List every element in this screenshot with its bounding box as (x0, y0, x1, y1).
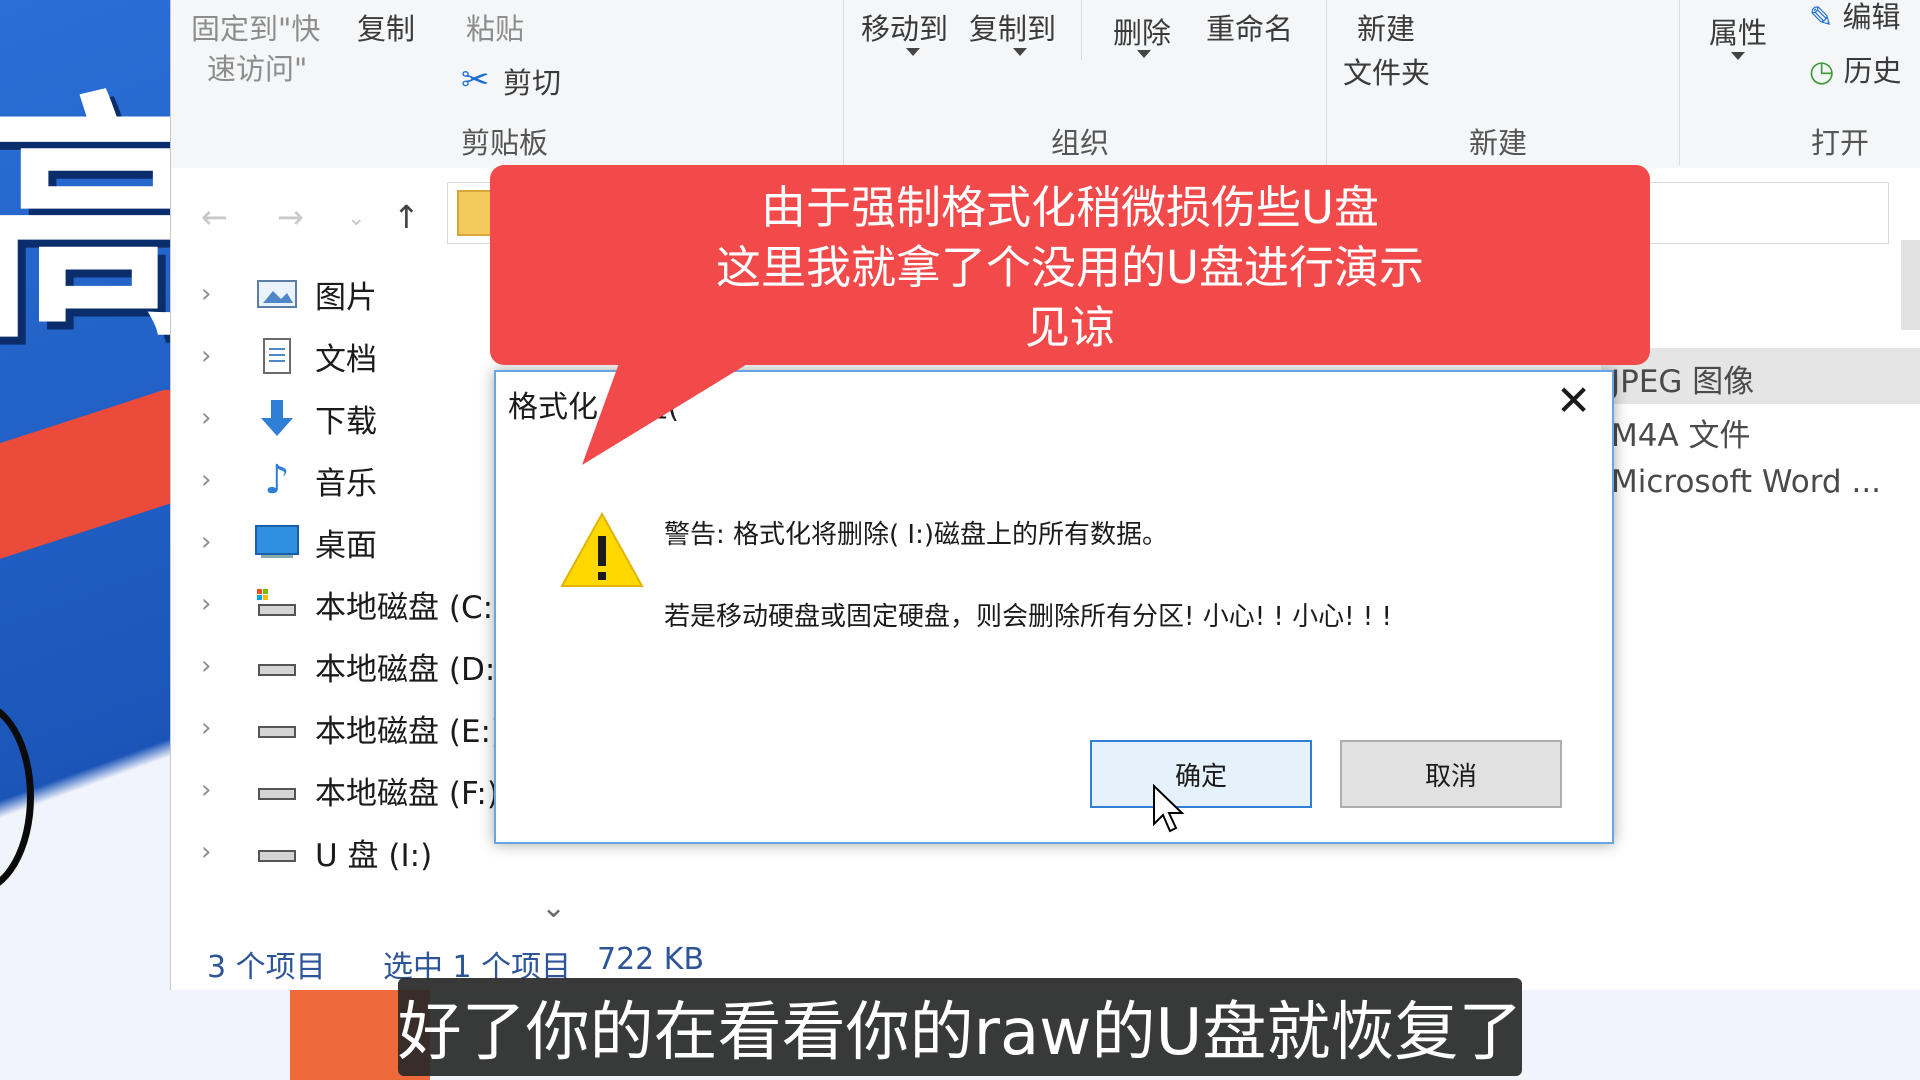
nav-scroll-down-icon[interactable]: ⌄ (541, 890, 566, 925)
nav-item-documents[interactable]: › 文档 (201, 328, 377, 384)
drive-icon (253, 646, 301, 686)
nav-item-label: U 盘 (I:) (315, 837, 433, 874)
file-type-cell: Microsoft Word ... (1611, 464, 1882, 500)
edit-label: 编辑 (1842, 0, 1901, 34)
nav-item-drive-e[interactable]: › 本地磁盘 (E:) (201, 700, 503, 756)
drive-icon (253, 708, 301, 748)
nav-item-label: 本地磁盘 (C:) (315, 589, 506, 626)
ribbon-divider (843, 0, 844, 165)
recent-chevron-icon[interactable]: ⌄ (347, 206, 365, 231)
group-clipboard-label: 剪贴板 (461, 126, 549, 160)
ribbon-divider (1326, 0, 1327, 165)
chevron-down-icon (1137, 50, 1151, 58)
ribbon-divider (1679, 0, 1680, 165)
chevron-down-icon (906, 48, 920, 56)
scrollbar[interactable] (1901, 240, 1920, 330)
nav-item-label: 下载 (315, 403, 377, 440)
group-new-label: 新建 (1469, 126, 1528, 160)
nav-item-label: 图片 (315, 279, 377, 316)
rename-button[interactable]: 重命名 (1206, 6, 1293, 48)
forward-arrow-icon[interactable]: → (277, 198, 304, 236)
group-open-label: 打开 (1811, 126, 1870, 160)
group-organize-label: 组织 (1051, 126, 1110, 160)
chevron-right-icon: › (201, 651, 212, 681)
warning-icon (560, 511, 644, 592)
nav-item-label: 本地磁盘 (E:) (315, 713, 504, 750)
edit-button[interactable]: ✎ 编辑 (1809, 0, 1901, 36)
warning-message-line1: 警告: 格式化将删除( I:)磁盘上的所有数据。 (664, 520, 1169, 550)
chevron-right-icon: › (201, 341, 212, 371)
status-item-count: 3 个项目 (207, 950, 326, 985)
chevron-right-icon: › (201, 279, 212, 309)
cut-button[interactable]: 剪切 (503, 60, 561, 102)
chevron-right-icon: › (201, 403, 212, 433)
nav-item-label: 音乐 (315, 465, 377, 502)
pin-label-line2: 速访问" (207, 52, 308, 86)
drive-c-icon (253, 584, 301, 624)
history-label: 历史 (1843, 54, 1902, 88)
delete-button[interactable]: 删除 (1113, 10, 1171, 52)
ribbon: 固定到"快 速访问" 复制 粘贴 ✂ 剪切 剪贴板 移动到 复制到 删除 重命名… (171, 0, 1920, 169)
chevron-right-icon: › (201, 465, 212, 495)
nav-item-desktop[interactable]: › 桌面 (201, 514, 377, 570)
callout-tail (582, 355, 762, 465)
chevron-right-icon: › (201, 527, 212, 557)
edit-icon: ✎ (1809, 0, 1834, 34)
nav-item-downloads[interactable]: › 下载 (201, 390, 377, 446)
nav-item-label: 本地磁盘 (F:) (315, 775, 499, 812)
nav-item-pictures[interactable]: › 图片 (201, 266, 377, 322)
chevron-down-icon (1013, 48, 1027, 56)
callout-line1: 由于强制格式化稍微损伤些U盘 (761, 181, 1379, 234)
documents-icon (253, 336, 301, 376)
new-folder-button[interactable]: 新建 (1357, 6, 1415, 48)
warning-message-line2: 若是移动硬盘或固定硬盘，则会删除所有分区! 小心! ! 小心! ! ! (664, 602, 1392, 632)
callout-text: 由于强制格式化稍微损伤些U盘 这里我就拿了个没用的U盘进行演示 见谅 (490, 178, 1650, 358)
callout-line2: 这里我就拿了个没用的U盘进行演示 (716, 241, 1424, 294)
up-arrow-icon[interactable]: ↑ (393, 198, 420, 236)
usb-drive-icon (253, 832, 301, 872)
mouse-cursor-icon (1152, 783, 1186, 838)
ribbon-divider (1081, 0, 1082, 60)
chevron-right-icon: › (201, 837, 212, 867)
pin-quick-access-button[interactable]: 固定到"快 (191, 6, 320, 48)
drive-icon (253, 770, 301, 810)
downloads-icon (253, 398, 301, 438)
video-subtitle: 好了你的在看看你的raw的U盘就恢复了 (398, 978, 1522, 1076)
new-folder-label-line2: 文件夹 (1343, 56, 1431, 90)
close-icon[interactable]: ✕ (1556, 376, 1591, 425)
ok-button[interactable]: 确定 (1090, 740, 1312, 808)
chevron-right-icon: › (201, 775, 212, 805)
desktop-icon (253, 522, 301, 562)
scissors-icon: ✂ (461, 60, 490, 100)
chevron-right-icon: › (201, 589, 212, 619)
nav-item-music[interactable]: › ♪ 音乐 (201, 452, 377, 508)
history-button[interactable]: ◷ 历史 (1809, 48, 1902, 90)
nav-item-drive-f[interactable]: › 本地磁盘 (F:) (201, 762, 499, 818)
background-circle-shape (0, 700, 34, 894)
cancel-button[interactable]: 取消 (1340, 740, 1562, 808)
copy-button[interactable]: 复制 (357, 6, 415, 48)
music-icon: ♪ (264, 457, 290, 503)
properties-button[interactable]: 属性 (1709, 10, 1767, 52)
history-icon: ◷ (1809, 54, 1835, 88)
nav-item-drive-d[interactable]: › 本地磁盘 (D:) (201, 638, 507, 694)
move-to-button[interactable]: 移动到 (861, 6, 948, 48)
nav-item-label: 桌面 (315, 527, 377, 564)
nav-item-usb-drive[interactable]: › U 盘 (I:) (201, 824, 432, 880)
chevron-down-icon (1731, 52, 1745, 60)
nav-item-drive-c[interactable]: › 本地磁盘 (C:) (201, 576, 505, 632)
nav-item-label: 本地磁盘 (D:) (315, 651, 508, 688)
chevron-right-icon: › (201, 713, 212, 743)
callout-line3: 见谅 (1024, 301, 1115, 354)
paste-button[interactable]: 粘贴 (466, 6, 524, 48)
pin-label-line1: 固定到"快 (191, 12, 321, 46)
copy-to-button[interactable]: 复制到 (969, 6, 1056, 48)
pictures-icon (253, 274, 301, 314)
back-arrow-icon[interactable]: ← (201, 198, 228, 236)
nav-item-label: 文档 (315, 341, 377, 378)
status-selected-size: 722 KB (597, 942, 705, 977)
file-type-cell: M4A 文件 (1611, 418, 1751, 454)
